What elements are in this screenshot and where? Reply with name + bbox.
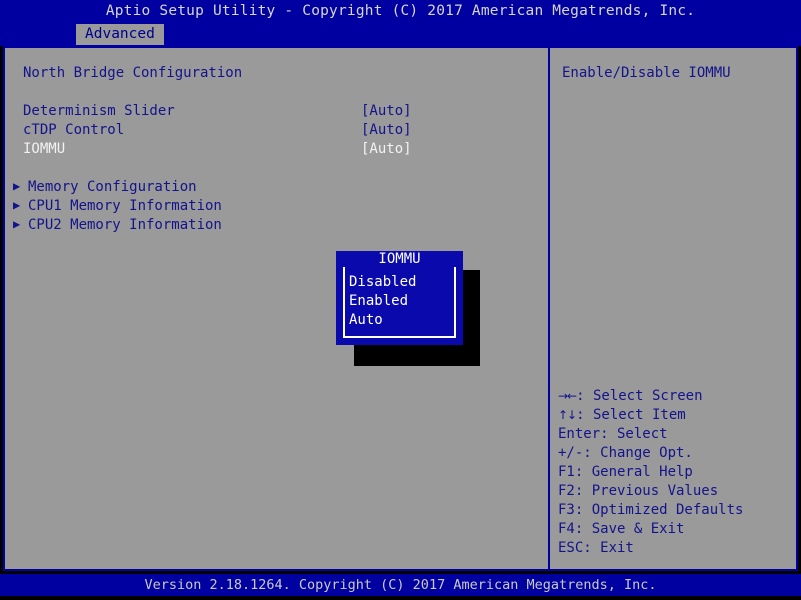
popup-option-list: Disabled Enabled Auto	[347, 273, 452, 330]
submenu-label: CPU1 Memory Information	[28, 197, 222, 216]
submenu-memory-configuration[interactable]: ▶ Memory Configuration	[13, 178, 523, 197]
navigation-key-legend: →←: Select Screen ↑↓: Select Item Enter:…	[558, 387, 794, 558]
popup-item-auto[interactable]: Auto	[347, 311, 452, 330]
option-label: Determinism Slider	[23, 102, 175, 121]
option-row-ctdp-control[interactable]: cTDP Control [Auto]	[23, 121, 533, 140]
help-pane: Enable/Disable IOMMU →←: Select Screen ↑…	[550, 48, 796, 569]
nav-line-select-item: ↑↓: Select Item	[558, 406, 794, 425]
option-value: [Auto]	[361, 102, 412, 121]
popup-item-disabled[interactable]: Disabled	[347, 273, 452, 292]
nav-line-text: : Select Screen	[576, 388, 702, 404]
submenu-cpu1-memory-information[interactable]: ▶ CPU1 Memory Information	[13, 197, 523, 216]
arrow-up-down-icon: ↑↓	[558, 408, 576, 422]
nav-line-enter-select: Enter: Select	[558, 425, 794, 444]
option-row-determinism-slider[interactable]: Determinism Slider [Auto]	[23, 102, 533, 121]
window-title: Aptio Setup Utility - Copyright (C) 2017…	[0, 0, 801, 23]
nav-line-text: : Select Item	[576, 407, 686, 423]
option-value: [Auto]	[361, 140, 412, 159]
option-value: [Auto]	[361, 121, 412, 140]
popup-title-text: IOMMU	[373, 251, 425, 267]
arrow-left-right-icon: →←	[558, 389, 576, 403]
nav-line-optimized-defaults: F3: Optimized Defaults	[558, 501, 794, 520]
tab-bar: Advanced	[0, 23, 801, 46]
option-label: IOMMU	[23, 140, 65, 159]
nav-line-select-screen: →←: Select Screen	[558, 387, 794, 406]
nav-line-change-opt: +/-: Change Opt.	[558, 444, 794, 463]
submenu-cpu2-memory-information[interactable]: ▶ CPU2 Memory Information	[13, 216, 523, 235]
popup-title: IOMMU	[336, 251, 463, 267]
popup-item-enabled[interactable]: Enabled	[347, 292, 452, 311]
status-bar: Version 2.18.1264. Copyright (C) 2017 Am…	[0, 574, 801, 596]
help-description: Enable/Disable IOMMU	[562, 64, 790, 83]
chevron-right-icon: ▶	[13, 215, 20, 234]
chevron-right-icon: ▶	[13, 196, 20, 215]
popup-item-label: Disabled	[349, 274, 416, 290]
nav-line-esc-exit: ESC: Exit	[558, 539, 794, 558]
nav-line-previous-values: F2: Previous Values	[558, 482, 794, 501]
chevron-right-icon: ▶	[13, 177, 20, 196]
submenu-label: Memory Configuration	[28, 178, 197, 197]
submenu-label: CPU2 Memory Information	[28, 216, 222, 235]
page-title: North Bridge Configuration	[23, 64, 242, 83]
option-label: cTDP Control	[23, 121, 124, 140]
nav-line-general-help: F1: General Help	[558, 463, 794, 482]
bios-setup-screen: Aptio Setup Utility - Copyright (C) 2017…	[0, 0, 801, 600]
tab-advanced[interactable]: Advanced	[76, 24, 164, 45]
option-row-iommu[interactable]: IOMMU [Auto]	[23, 140, 533, 159]
iommu-option-popup[interactable]: IOMMU Disabled Enabled Auto	[336, 252, 463, 345]
nav-line-save-exit: F4: Save & Exit	[558, 520, 794, 539]
